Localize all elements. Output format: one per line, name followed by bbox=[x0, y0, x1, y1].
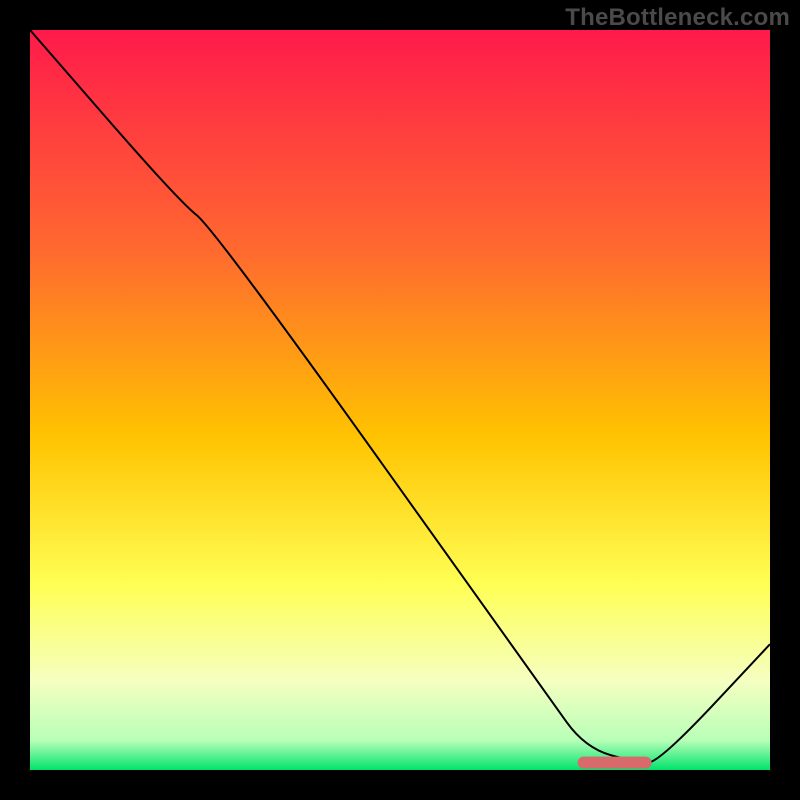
gradient-background bbox=[30, 30, 770, 770]
chart-frame: TheBottleneck.com bbox=[0, 0, 800, 800]
optimal-range-marker bbox=[578, 757, 652, 769]
chart-svg bbox=[30, 30, 770, 770]
plot-area bbox=[30, 30, 770, 770]
watermark-text: TheBottleneck.com bbox=[565, 4, 790, 32]
